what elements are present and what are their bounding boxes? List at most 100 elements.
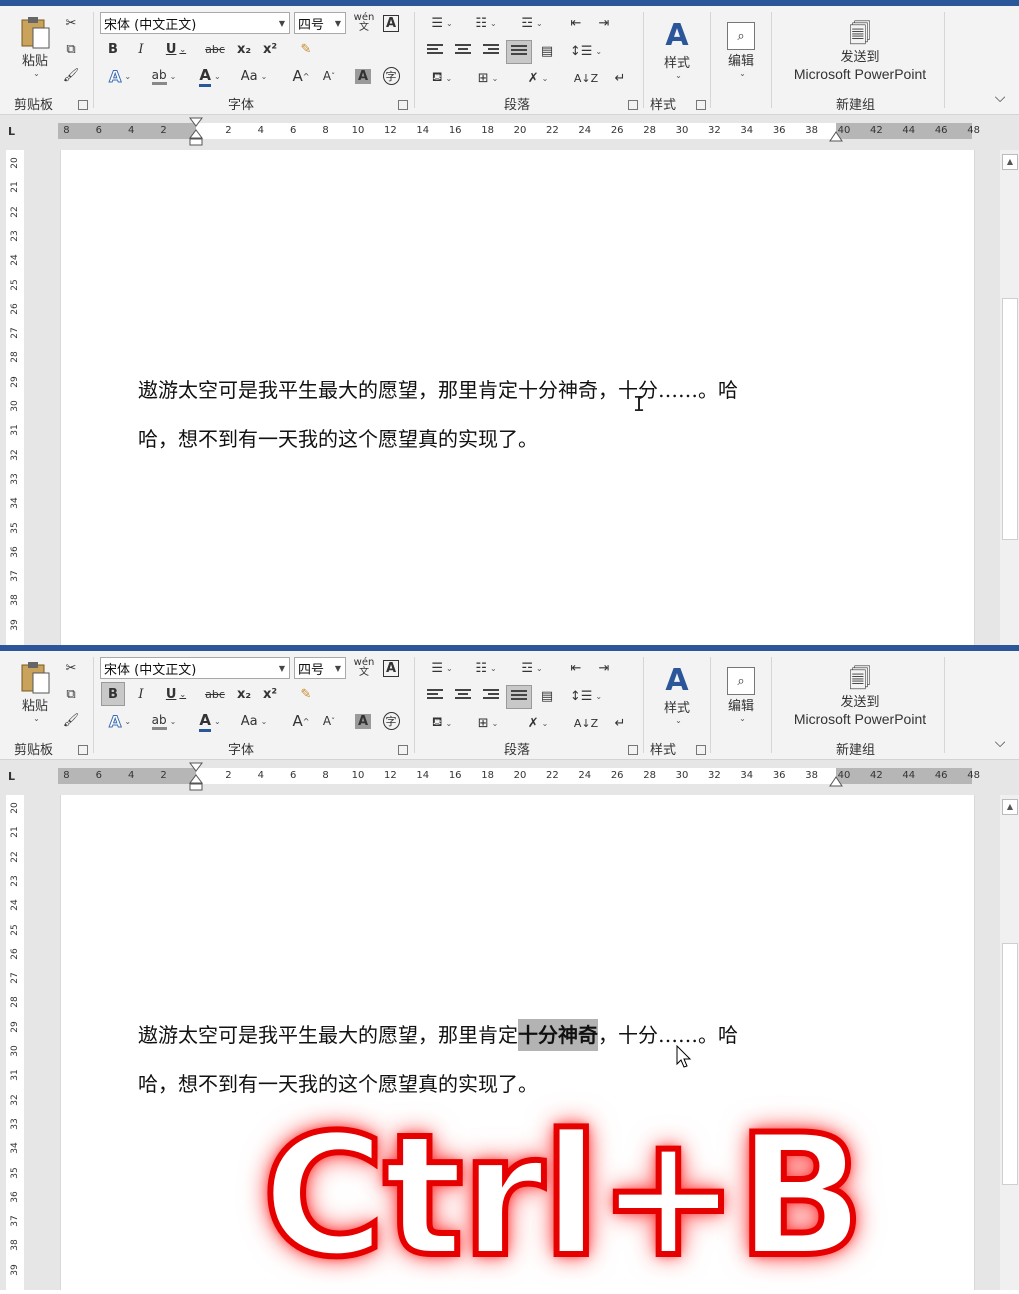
- justify-button[interactable]: [506, 40, 532, 64]
- subscript-button[interactable]: x₂: [232, 683, 256, 705]
- increase-indent-button[interactable]: ⇥: [592, 12, 616, 34]
- indent-marker-icon[interactable]: [189, 117, 203, 147]
- bullets-button[interactable]: ☰ ⌄: [424, 12, 460, 34]
- shrink-font-button[interactable]: Aˇ: [318, 64, 340, 88]
- bold-button[interactable]: B: [102, 38, 124, 60]
- enclose-char-button[interactable]: 字: [380, 64, 402, 88]
- grow-font-button[interactable]: A ^: [290, 709, 312, 733]
- highlight-button[interactable]: ab ⌄: [144, 64, 184, 88]
- horizontal-ruler[interactable]: L 8 6 4 2 2 4 6 8 10 12 14 16 18 20 22 24 26 28 30 32 34 36 38…: [0, 760, 1019, 792]
- shrink-font-button[interactable]: Aˇ: [318, 709, 340, 733]
- vertical-scrollbar[interactable]: ▲: [1000, 150, 1019, 645]
- paragraph-launcher-icon[interactable]: [628, 745, 638, 755]
- send-to-powerpoint-button[interactable]: 🗐 发送到 Microsoft PowerPoint: [780, 12, 940, 92]
- strikethrough-button[interactable]: abc: [200, 38, 230, 60]
- decrease-indent-button[interactable]: ⇤: [564, 657, 588, 679]
- font-color-button[interactable]: A ⌄: [190, 709, 230, 733]
- multilevel-list-button[interactable]: ☲ ⌄: [512, 12, 552, 34]
- font-name-combo[interactable]: 宋体 (中文正文) ▼: [100, 12, 290, 34]
- scroll-up-icon[interactable]: ▲: [1002, 154, 1018, 170]
- font-size-combo[interactable]: 四号 ▼: [294, 12, 346, 34]
- align-center-button[interactable]: [452, 40, 474, 62]
- clear-format-button[interactable]: ✎: [294, 683, 318, 705]
- underline-button[interactable]: U ⌄: [156, 38, 196, 60]
- collapse-ribbon-button[interactable]: ⌵: [990, 90, 1010, 106]
- cut-button[interactable]: ✂: [60, 657, 82, 679]
- indent-marker-icon[interactable]: [189, 762, 203, 792]
- scroll-thumb[interactable]: [1002, 298, 1018, 540]
- bullets-button[interactable]: ☰ ⌄: [424, 657, 460, 679]
- shading-button[interactable]: ⛾ ⌄: [424, 711, 460, 735]
- scroll-thumb[interactable]: [1002, 943, 1018, 1185]
- char-shading-button[interactable]: A: [352, 709, 374, 733]
- enclose-char-button[interactable]: 字: [380, 709, 402, 733]
- format-painter-button[interactable]: 🖌: [60, 709, 82, 731]
- copy-button[interactable]: ⧉: [60, 38, 82, 60]
- char-border-button[interactable]: A: [380, 657, 402, 679]
- text-effects-button[interactable]: A ⌄: [102, 64, 138, 88]
- chinese-layout-button[interactable]: ✗ ⌄: [520, 711, 556, 735]
- cut-button[interactable]: ✂: [60, 12, 82, 34]
- styles-launcher-icon[interactable]: [696, 745, 706, 755]
- decrease-indent-button[interactable]: ⇤: [564, 12, 588, 34]
- line-spacing-button[interactable]: ↕☰ ⌄: [568, 40, 604, 62]
- paragraph-launcher-icon[interactable]: [628, 100, 638, 110]
- selected-bold-text[interactable]: 十分神奇: [518, 1019, 598, 1051]
- superscript-button[interactable]: x²: [258, 683, 282, 705]
- font-launcher-icon[interactable]: [398, 745, 408, 755]
- clear-format-button[interactable]: ✎: [294, 38, 318, 60]
- multilevel-list-button[interactable]: ☲ ⌄: [512, 657, 552, 679]
- chinese-layout-button[interactable]: ✗ ⌄: [520, 66, 556, 90]
- italic-button[interactable]: I: [130, 683, 152, 705]
- collapse-ribbon-button[interactable]: ⌵: [990, 735, 1010, 751]
- paste-button[interactable]: 粘贴 ⌄: [12, 657, 58, 727]
- font-size-combo[interactable]: 四号 ▼: [294, 657, 346, 679]
- phonetic-guide-button[interactable]: wén 文: [352, 12, 376, 34]
- italic-button[interactable]: I: [130, 38, 152, 60]
- text-effects-button[interactable]: A ⌄: [102, 709, 138, 733]
- borders-button[interactable]: ⊞ ⌄: [468, 66, 508, 90]
- bold-button[interactable]: B: [101, 682, 125, 706]
- vertical-ruler[interactable]: 20 21 22 23 24 25 26 27 28 29 30 31 32 33 34 35 36 37 38 39: [6, 150, 24, 645]
- align-left-button[interactable]: [424, 40, 446, 62]
- justify-button[interactable]: [506, 685, 532, 709]
- styles-button[interactable]: A 样式 ⌄: [650, 657, 704, 733]
- editing-button[interactable]: ⌕ 编辑 ⌄: [718, 657, 764, 733]
- numbering-button[interactable]: ☷ ⌄: [468, 12, 504, 34]
- numbering-button[interactable]: ☷ ⌄: [468, 657, 504, 679]
- strikethrough-button[interactable]: abc: [200, 683, 230, 705]
- sort-button[interactable]: A↓Z: [572, 66, 600, 90]
- line-spacing-button[interactable]: ↕☰ ⌄: [568, 685, 604, 707]
- tab-selector[interactable]: L: [8, 125, 18, 138]
- align-right-button[interactable]: [480, 685, 502, 707]
- styles-launcher-icon[interactable]: [696, 100, 706, 110]
- styles-button[interactable]: A 样式 ⌄: [650, 12, 704, 88]
- font-name-combo[interactable]: 宋体 (中文正文) ▼: [100, 657, 290, 679]
- align-right-button[interactable]: [480, 40, 502, 62]
- change-case-button[interactable]: Aa ⌄: [234, 709, 274, 733]
- change-case-button[interactable]: Aa ⌄: [234, 64, 274, 88]
- show-marks-button[interactable]: ↵: [608, 66, 632, 90]
- scroll-up-icon[interactable]: ▲: [1002, 799, 1018, 815]
- distributed-button[interactable]: ▤: [536, 40, 558, 62]
- format-painter-button[interactable]: 🖌: [60, 64, 82, 86]
- paste-button[interactable]: 粘贴 ⌄: [12, 12, 58, 82]
- distributed-button[interactable]: ▤: [536, 685, 558, 707]
- clipboard-launcher-icon[interactable]: [78, 745, 88, 755]
- document-text[interactable]: 遨游太空可是我平生最大的愿望，那里肯定十分神奇，十分……。哈 哈，想不到有一天我…: [138, 1011, 798, 1109]
- show-marks-button[interactable]: ↵: [608, 711, 632, 735]
- editing-button[interactable]: ⌕ 编辑 ⌄: [718, 12, 764, 88]
- align-left-button[interactable]: [424, 685, 446, 707]
- vertical-scrollbar[interactable]: ▲: [1000, 795, 1019, 1290]
- font-launcher-icon[interactable]: [398, 100, 408, 110]
- clipboard-launcher-icon[interactable]: [78, 100, 88, 110]
- grow-font-button[interactable]: A ^: [290, 64, 312, 88]
- underline-button[interactable]: U ⌄: [156, 683, 196, 705]
- shading-button[interactable]: ⛾ ⌄: [424, 66, 460, 90]
- vertical-ruler[interactable]: 20 21 22 23 24 25 26 27 28 29 30 31 32 33 34 35 36 37 38 39: [6, 795, 24, 1290]
- highlight-button[interactable]: ab ⌄: [144, 709, 184, 733]
- subscript-button[interactable]: x₂: [232, 38, 256, 60]
- align-center-button[interactable]: [452, 685, 474, 707]
- char-border-button[interactable]: A: [380, 12, 402, 34]
- font-color-button[interactable]: A ⌄: [190, 64, 230, 88]
